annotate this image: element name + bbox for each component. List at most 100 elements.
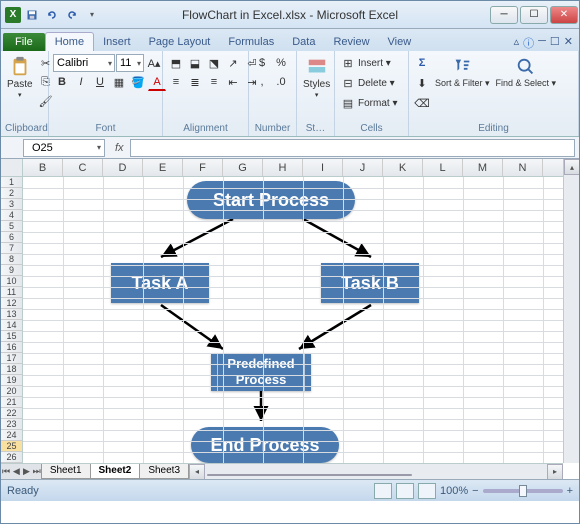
row-header[interactable]: 5 [1, 221, 22, 232]
undo-icon[interactable] [43, 6, 61, 24]
scroll-up-icon[interactable]: ▴ [564, 159, 579, 175]
column-header[interactable]: B [23, 159, 63, 176]
align-right-icon[interactable]: ≡ [205, 73, 223, 91]
minimize-button[interactable]: ─ [490, 6, 518, 24]
name-box[interactable]: O25 [23, 139, 105, 157]
row-header[interactable]: 11 [1, 287, 22, 298]
accounting-icon[interactable]: $ [253, 54, 271, 72]
clear-icon[interactable]: ⌫ [413, 94, 431, 112]
row-header[interactable]: 15 [1, 331, 22, 342]
view-page-layout-icon[interactable] [396, 483, 414, 499]
row-header[interactable]: 21 [1, 397, 22, 408]
flowchart-task-b[interactable]: Task B [321, 263, 419, 303]
sheet-nav-first[interactable]: ⏮ [1, 466, 11, 477]
flowchart-start[interactable]: Start Process [187, 181, 355, 219]
fill-icon[interactable]: ⬇ [413, 74, 431, 92]
zoom-slider[interactable] [483, 489, 563, 493]
paste-button[interactable]: Paste ▾ [5, 54, 35, 101]
sheet-nav-next[interactable]: ▶ [21, 466, 31, 477]
formula-input[interactable] [130, 139, 575, 157]
fill-color-icon[interactable]: 🪣 [129, 73, 147, 91]
underline-button[interactable]: U [91, 73, 109, 91]
help-icon[interactable]: ⓘ [523, 35, 534, 51]
comma-icon[interactable]: , [253, 73, 271, 91]
tab-insert[interactable]: Insert [94, 33, 140, 51]
row-header[interactable]: 22 [1, 408, 22, 419]
orientation-icon[interactable]: ↗ [224, 54, 242, 72]
doc-minimize-icon[interactable]: ─ [538, 35, 546, 51]
zoom-in-button[interactable]: + [567, 485, 573, 497]
doc-close-icon[interactable]: ✕ [564, 35, 573, 51]
flowchart-task-a[interactable]: Task A [111, 263, 209, 303]
delete-button[interactable]: Delete ▾ [358, 78, 395, 89]
row-header[interactable]: 10 [1, 276, 22, 287]
column-header[interactable]: I [303, 159, 343, 176]
row-header[interactable]: 1 [1, 177, 22, 188]
row-header[interactable]: 8 [1, 254, 22, 265]
find-select-button[interactable]: Find & Select ▾ [494, 54, 559, 90]
tab-review[interactable]: Review [324, 33, 378, 51]
row-header[interactable]: 16 [1, 342, 22, 353]
column-header[interactable]: G [223, 159, 263, 176]
column-header[interactable]: L [423, 159, 463, 176]
worksheet-grid[interactable]: BCDEFGHIJKLMN 12345678910111213141516171… [1, 159, 579, 479]
column-header[interactable]: K [383, 159, 423, 176]
sheet-nav-prev[interactable]: ◀ [11, 466, 21, 477]
qat-dropdown-icon[interactable]: ▾ [83, 6, 101, 24]
column-header[interactable]: D [103, 159, 143, 176]
column-header[interactable]: M [463, 159, 503, 176]
row-header[interactable]: 3 [1, 199, 22, 210]
grow-font-icon[interactable]: A▴ [145, 54, 163, 72]
align-bottom-icon[interactable]: ⬔ [205, 54, 223, 72]
row-header[interactable]: 18 [1, 364, 22, 375]
row-header[interactable]: 24 [1, 430, 22, 441]
insert-cells-icon[interactable]: ⊞ [339, 54, 357, 72]
font-size-combo[interactable]: 11 [116, 54, 144, 72]
delete-cells-icon[interactable]: ⊟ [339, 74, 357, 92]
close-button[interactable]: ✕ [550, 6, 578, 24]
scroll-left-icon[interactable]: ◂ [189, 464, 205, 480]
tab-data[interactable]: Data [283, 33, 324, 51]
column-header[interactable]: H [263, 159, 303, 176]
align-left-icon[interactable]: ≡ [167, 73, 185, 91]
ribbon-minimize-icon[interactable]: ▵ [514, 35, 520, 51]
column-header[interactable]: N [503, 159, 543, 176]
redo-icon[interactable] [63, 6, 81, 24]
flowchart-end[interactable]: End Process [191, 427, 339, 463]
row-header[interactable]: 2 [1, 188, 22, 199]
scroll-right-icon[interactable]: ▸ [547, 464, 563, 480]
tab-formulas[interactable]: Formulas [219, 33, 283, 51]
format-button[interactable]: Format ▾ [358, 98, 397, 109]
tab-view[interactable]: View [379, 33, 421, 51]
fx-icon[interactable]: fx [115, 142, 124, 154]
align-center-icon[interactable]: ≣ [186, 73, 204, 91]
sheet-tab-2[interactable]: Sheet2 [90, 464, 141, 479]
row-header[interactable]: 23 [1, 419, 22, 430]
percent-icon[interactable]: % [272, 54, 290, 72]
styles-button[interactable]: Styles ▾ [301, 54, 332, 101]
row-header[interactable]: 19 [1, 375, 22, 386]
row-header[interactable]: 9 [1, 265, 22, 276]
format-cells-icon[interactable]: ▤ [339, 94, 357, 112]
border-icon[interactable]: ▦ [110, 73, 128, 91]
column-header[interactable]: C [63, 159, 103, 176]
maximize-button[interactable]: ☐ [520, 6, 548, 24]
italic-button[interactable]: I [72, 73, 90, 91]
zoom-level[interactable]: 100% [440, 485, 468, 497]
row-header[interactable]: 17 [1, 353, 22, 364]
font-name-combo[interactable]: Calibri [53, 54, 115, 72]
row-header[interactable]: 26 [1, 452, 22, 463]
file-tab[interactable]: File [3, 33, 45, 51]
autosum-icon[interactable]: Σ [413, 54, 431, 72]
increase-decimal-icon[interactable]: .0 [272, 73, 290, 91]
sheet-tab-3[interactable]: Sheet3 [139, 464, 189, 479]
row-header[interactable]: 6 [1, 232, 22, 243]
tab-page-layout[interactable]: Page Layout [140, 33, 220, 51]
decrease-indent-icon[interactable]: ⇤ [224, 73, 242, 91]
row-header[interactable]: 20 [1, 386, 22, 397]
horizontal-scrollbar[interactable]: ◂ ▸ [189, 463, 563, 479]
align-top-icon[interactable]: ⬒ [167, 54, 185, 72]
view-normal-icon[interactable] [374, 483, 392, 499]
bold-button[interactable]: B [53, 73, 71, 91]
column-header[interactable]: J [343, 159, 383, 176]
